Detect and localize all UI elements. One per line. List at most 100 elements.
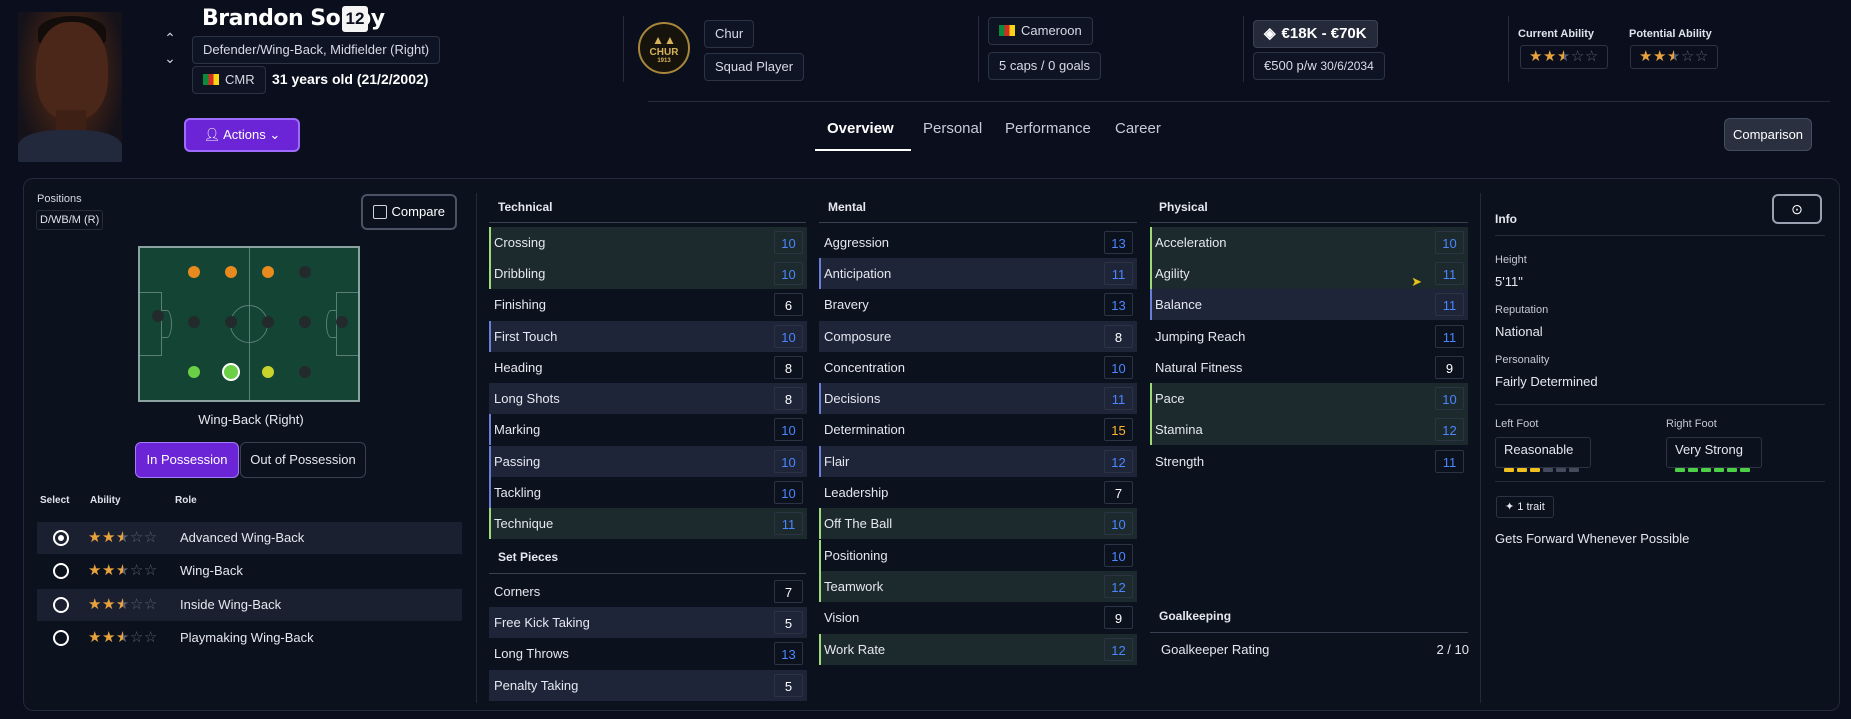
attr-long-shots[interactable]: Long Shots 8 bbox=[489, 383, 807, 414]
role-radio[interactable] bbox=[53, 530, 69, 546]
wage: €500 p/w bbox=[1264, 58, 1317, 73]
attr-value: 5 bbox=[774, 611, 803, 634]
attr-aggression[interactable]: Aggression 13 bbox=[819, 227, 1137, 258]
in-possession-toggle[interactable]: In Possession bbox=[135, 442, 239, 478]
attr-name: Strength bbox=[1155, 454, 1205, 469]
attr-vision[interactable]: Vision 9 bbox=[819, 602, 1137, 633]
attr-crossing[interactable]: Crossing 10 bbox=[489, 227, 807, 258]
role-row[interactable]: ★★★☆☆ Playmaking Wing-Back bbox=[37, 622, 462, 654]
attr-marking[interactable]: Marking 10 bbox=[489, 414, 807, 445]
attr-bravery[interactable]: Bravery 13 bbox=[819, 289, 1137, 320]
role-name: Playmaking Wing-Back bbox=[180, 630, 314, 645]
position-dot[interactable] bbox=[188, 266, 200, 278]
role-radio[interactable] bbox=[53, 563, 69, 579]
nation-chip[interactable]: Cameroon bbox=[988, 17, 1093, 45]
club-badge[interactable]: ▲▲ CHUR 1913 bbox=[638, 22, 690, 74]
attr-first-touch[interactable]: First Touch 10 bbox=[489, 321, 807, 352]
attr-natural-fitness[interactable]: Natural Fitness 9 bbox=[1150, 352, 1468, 383]
mental-title: Mental bbox=[828, 200, 867, 214]
set-pieces-title: Set Pieces bbox=[498, 550, 559, 564]
left-foot-label: Left Foot bbox=[1495, 418, 1539, 430]
ability-header: Ability bbox=[90, 495, 121, 506]
position-dot[interactable] bbox=[299, 266, 311, 278]
positions-label: Positions bbox=[37, 193, 82, 205]
chevron-down-icon[interactable]: ⌄ bbox=[162, 48, 178, 68]
club-name-chip[interactable]: Chur bbox=[704, 20, 755, 48]
person-settings-button[interactable]: ⊙ bbox=[1772, 194, 1822, 224]
attr-pace[interactable]: Pace 10 bbox=[1150, 383, 1468, 414]
role-radio[interactable] bbox=[53, 597, 69, 613]
attr-penalty-taking[interactable]: Penalty Taking 5 bbox=[489, 670, 807, 701]
nationality-chip: CMR bbox=[192, 66, 266, 94]
attr-name: Decisions bbox=[824, 391, 881, 406]
attr-off-the-ball[interactable]: Off The Ball 10 bbox=[819, 508, 1137, 539]
role-row[interactable]: ★★★☆☆ Advanced Wing-Back bbox=[37, 522, 462, 554]
tab-personal[interactable]: Personal bbox=[923, 120, 982, 137]
attr-leadership[interactable]: Leadership 7 bbox=[819, 477, 1137, 508]
attr-name: Composure bbox=[824, 329, 892, 344]
attr-anticipation[interactable]: Anticipation 11 bbox=[819, 258, 1137, 289]
attr-composure[interactable]: Composure 8 bbox=[819, 321, 1137, 352]
attr-flair[interactable]: Flair 12 bbox=[819, 446, 1137, 477]
position-dot[interactable] bbox=[188, 316, 200, 328]
attr-passing[interactable]: Passing 10 bbox=[489, 446, 807, 477]
position-dot[interactable] bbox=[152, 310, 164, 322]
attr-positioning[interactable]: Positioning 10 bbox=[819, 540, 1137, 571]
position-dot-selected[interactable] bbox=[222, 363, 240, 381]
attr-long-throws[interactable]: Long Throws 13 bbox=[489, 638, 807, 669]
role-row[interactable]: ★★★☆☆ Inside Wing-Back bbox=[37, 589, 462, 621]
attr-finishing[interactable]: Finishing 6 bbox=[489, 289, 807, 320]
position-dot[interactable] bbox=[225, 316, 237, 328]
attr-strength[interactable]: Strength 11 bbox=[1150, 446, 1468, 477]
attr-value: 11 bbox=[1435, 325, 1464, 348]
comparison-button[interactable]: Comparison bbox=[1724, 118, 1812, 151]
attr-tackling[interactable]: Tackling 10 bbox=[489, 477, 807, 508]
compare-button[interactable]: Compare bbox=[361, 194, 457, 230]
attr-value: 10 bbox=[1104, 356, 1133, 379]
attr-value: 11 bbox=[1104, 262, 1133, 285]
traits-chip[interactable]: ✦ 1 trait bbox=[1496, 496, 1554, 518]
cameroon-flag-icon bbox=[999, 25, 1015, 36]
attr-concentration[interactable]: Concentration 10 bbox=[819, 352, 1137, 383]
attr-value: 10 bbox=[774, 231, 803, 254]
attr-stamina[interactable]: Stamina 12 bbox=[1150, 414, 1468, 445]
position-dot[interactable] bbox=[262, 366, 274, 378]
attr-agility[interactable]: Agility ➤ 11 bbox=[1150, 258, 1468, 289]
role-row[interactable]: ★★★☆☆ Wing-Back bbox=[37, 555, 462, 587]
position-dot[interactable] bbox=[336, 316, 348, 328]
attr-free-kick-taking[interactable]: Free Kick Taking 5 bbox=[489, 607, 807, 638]
tab-overview[interactable]: Overview bbox=[827, 120, 894, 137]
position-dot[interactable] bbox=[262, 266, 274, 278]
position-dot[interactable] bbox=[225, 266, 237, 278]
role-radio[interactable] bbox=[53, 630, 69, 646]
position-dot[interactable] bbox=[262, 316, 274, 328]
height-label: Height bbox=[1495, 254, 1527, 266]
chevron-up-icon[interactable]: ⌃ bbox=[162, 28, 178, 48]
attr-name: Long Shots bbox=[494, 391, 560, 406]
squad-number: 12 bbox=[342, 6, 368, 32]
attr-work-rate[interactable]: Work Rate 12 bbox=[819, 634, 1137, 665]
attr-acceleration[interactable]: Acceleration 10 bbox=[1150, 227, 1468, 258]
attr-value: 12 bbox=[1104, 575, 1133, 598]
attr-teamwork[interactable]: Teamwork 12 bbox=[819, 571, 1137, 602]
goalkeeper-rating-row[interactable]: Goalkeeper Rating 2 / 10 bbox=[1153, 639, 1469, 661]
role-header: Role bbox=[175, 495, 197, 506]
out-of-possession-toggle[interactable]: Out of Possession bbox=[240, 442, 366, 478]
attr-decisions[interactable]: Decisions 11 bbox=[819, 383, 1137, 414]
active-tab-indicator bbox=[815, 149, 911, 151]
attr-dribbling[interactable]: Dribbling 10 bbox=[489, 258, 807, 289]
attr-balance[interactable]: Balance 11 bbox=[1150, 289, 1468, 320]
tab-career[interactable]: Career bbox=[1115, 120, 1161, 137]
position-dot[interactable] bbox=[188, 366, 200, 378]
attr-jumping-reach[interactable]: Jumping Reach 11 bbox=[1150, 321, 1468, 352]
attr-value: 5 bbox=[774, 674, 803, 697]
attr-technique[interactable]: Technique 11 bbox=[489, 508, 807, 539]
actions-button[interactable]: 👤︎ Actions ⌄ bbox=[184, 118, 300, 152]
attr-heading[interactable]: Heading 8 bbox=[489, 352, 807, 383]
tab-performance[interactable]: Performance bbox=[1005, 120, 1091, 137]
attr-value: 11 bbox=[1435, 262, 1464, 285]
position-dot[interactable] bbox=[299, 366, 311, 378]
attr-determination[interactable]: Determination 15 bbox=[819, 414, 1137, 445]
attr-corners[interactable]: Corners 7 bbox=[489, 576, 807, 607]
position-dot[interactable] bbox=[299, 316, 311, 328]
